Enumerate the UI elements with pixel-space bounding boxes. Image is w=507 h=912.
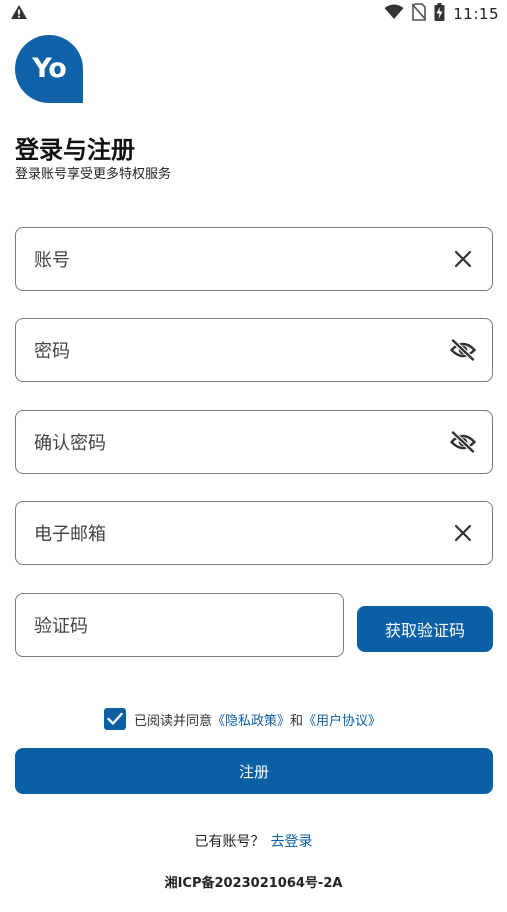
clear-icon[interactable] [450,246,476,272]
agreement-text: 已阅读并同意 [134,713,213,729]
agreement-checkbox[interactable] [104,708,126,730]
clear-icon[interactable] [450,520,476,546]
password-placeholder: 密码 [34,341,70,362]
confirm-password-field[interactable]: 确认密码 [15,410,493,474]
status-time: 11:15 [453,5,499,23]
account-field[interactable]: 账号 [15,227,493,291]
app-logo: Yo [15,35,83,103]
email-placeholder: 电子邮箱 [34,524,106,545]
page-subtitle: 登录账号享受更多特权服务 [15,167,172,182]
logo-text: Yo [32,52,67,84]
login-prompt-text: 已有账号？ [194,834,265,850]
wifi-icon [384,4,404,24]
eye-off-icon[interactable] [450,337,476,363]
icp-record: 湘ICP备2023021064号-2A [164,876,343,891]
page-title: 登录与注册 [15,136,135,164]
register-screen: 11:15 Yo 登录与注册 登录账号享受更多特权服务 账号 密码 确认密码 电… [0,0,507,912]
warning-icon [10,4,28,24]
password-field[interactable]: 密码 [15,318,493,382]
go-login-link[interactable]: 去登录 [271,834,313,850]
no-sim-icon [411,3,427,25]
eye-off-icon[interactable] [450,429,476,455]
verification-code-placeholder: 验证码 [34,616,88,637]
privacy-policy-link[interactable]: 《隐私政策》 [212,710,290,729]
confirm-password-placeholder: 确认密码 [34,433,106,454]
email-field[interactable]: 电子邮箱 [15,501,493,565]
user-agreement-link[interactable]: 《用户协议》 [303,710,381,729]
verification-code-field[interactable]: 验证码 [15,593,344,657]
get-code-button[interactable]: 获取验证码 [357,606,493,652]
register-button[interactable]: 注册 [15,748,493,794]
account-placeholder: 账号 [34,250,70,271]
login-prompt: 已有账号？ 去登录 [0,831,507,851]
status-bar: 11:15 [0,0,507,28]
battery-charging-icon [434,3,445,25]
status-icons: 11:15 [384,3,499,25]
agreement-and: 和 [290,713,304,729]
agreement-row: 已阅读并同意 《隐私政策》 和 《用户协议》 [104,708,381,730]
